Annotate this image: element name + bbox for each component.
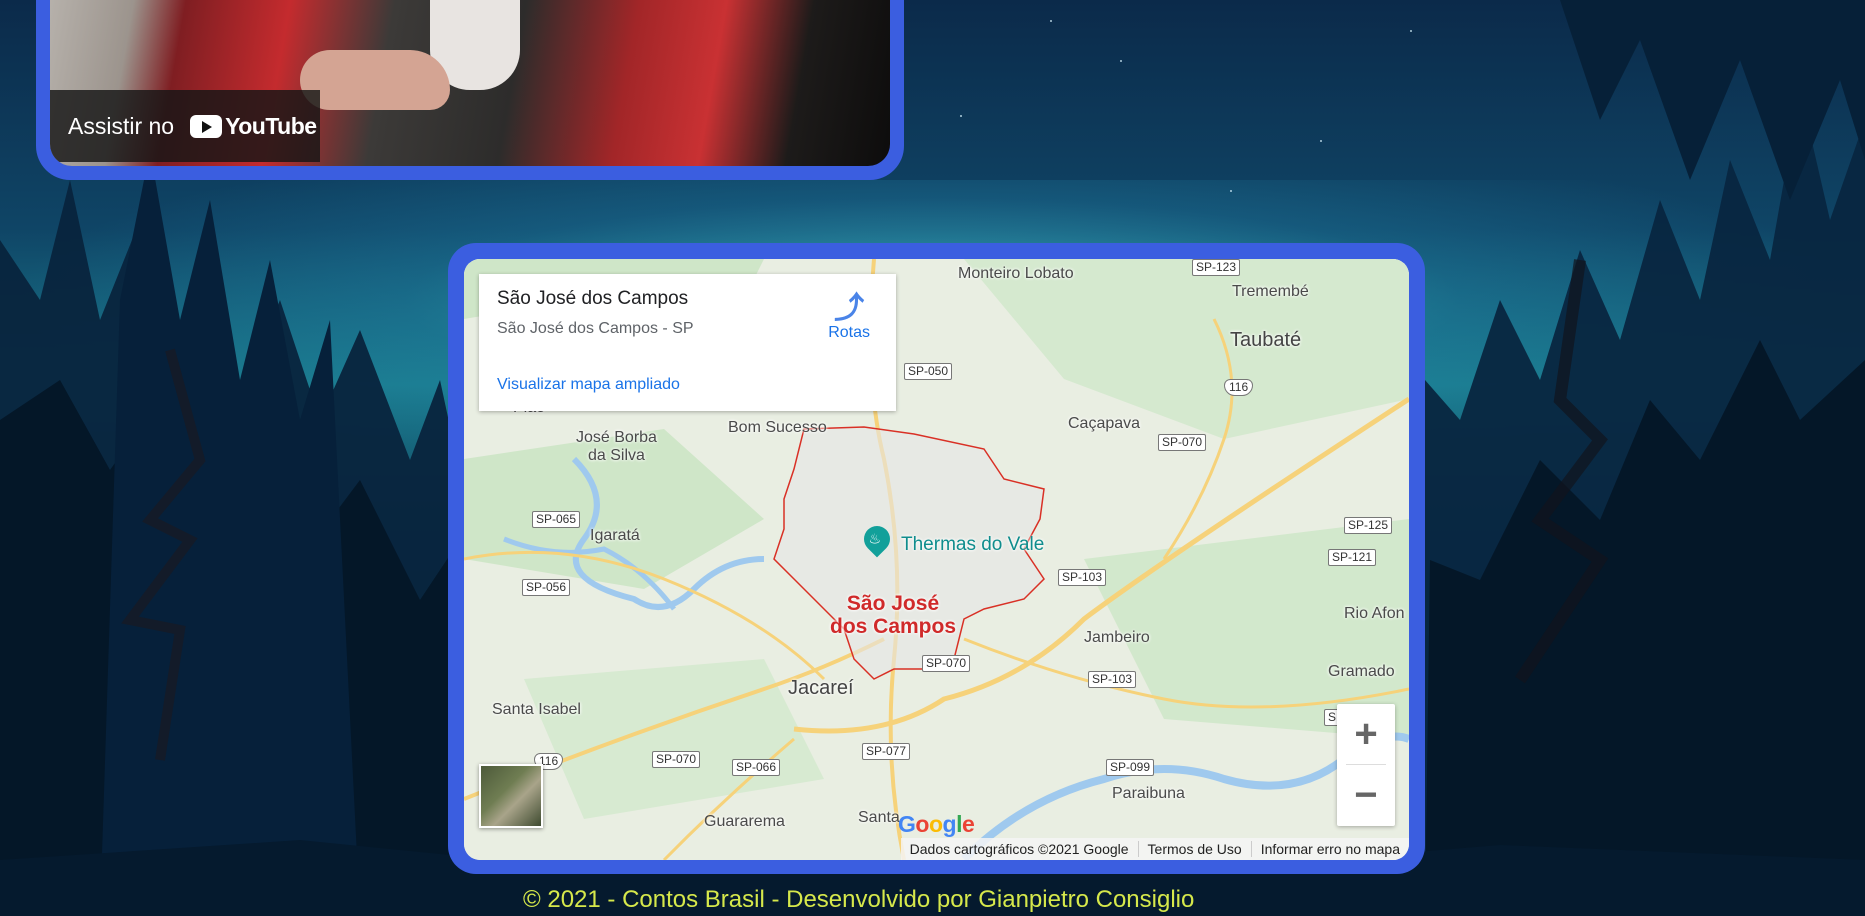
- road-shield: SP-070: [652, 751, 701, 768]
- place-santa-isabel: Santa Isabel: [492, 701, 581, 718]
- directions-label: Rotas: [828, 324, 870, 341]
- place-cacapava: Caçapava: [1068, 415, 1141, 432]
- place-guararema: Guararema: [704, 813, 785, 830]
- map-data-attribution: Dados cartográficos ©2021 Google: [909, 841, 1129, 857]
- report-map-error-link[interactable]: Informar erro no mapa: [1250, 841, 1409, 857]
- road-shield: SP-123: [1192, 259, 1241, 276]
- video-player[interactable]: Assistir no YouTube: [50, 0, 890, 166]
- directions-button[interactable]: ⤴ Rotas: [828, 294, 870, 342]
- video-thumbnail-hand: [300, 50, 450, 110]
- place-jambeiro: Jambeiro: [1084, 629, 1150, 646]
- highlighted-city-label: São José dos Campos: [830, 592, 957, 638]
- road-shield: SP-103: [1058, 569, 1107, 586]
- road-shield: SP-070: [922, 655, 971, 672]
- place-tremembe: Tremembé: [1232, 283, 1309, 300]
- road-shield: SP-066: [732, 759, 781, 776]
- place-jose-borba-da-silva: José Borba da Silva: [576, 429, 657, 464]
- road-shield: SP-103: [1088, 671, 1137, 688]
- youtube-logo: YouTube: [190, 112, 317, 140]
- place-santa: Santa: [858, 809, 900, 826]
- place-rio-afon: Rio Afon: [1344, 605, 1405, 622]
- road-shield: SP-077: [862, 743, 911, 760]
- road-shield: SP-070: [1158, 434, 1207, 451]
- google-map[interactable]: Monteiro Lobato Tremembé Taubaté Pião Bo…: [464, 259, 1409, 860]
- road-shield: SP-065: [532, 511, 581, 528]
- youtube-play-icon: [190, 114, 223, 138]
- google-logo: Google: [898, 811, 975, 837]
- view-larger-map-link[interactable]: Visualizar mapa ampliado: [497, 376, 680, 394]
- zoom-in-button[interactable]: +: [1337, 704, 1395, 764]
- place-gramado: Gramado: [1328, 663, 1395, 680]
- place-igarata: Igaratá: [590, 527, 640, 544]
- footer-copyright: © 2021 - Contos Brasil - Desenvolvido po…: [523, 886, 1195, 913]
- road-shield: SP-056: [522, 579, 571, 596]
- road-shield: SP-050: [904, 363, 953, 380]
- poi-thermas-do-vale[interactable]: Thermas do Vale: [901, 534, 1044, 556]
- road-shield: 116: [1224, 379, 1254, 396]
- place-bom-sucesso: Bom Sucesso: [728, 419, 827, 436]
- directions-icon: ⤴: [834, 292, 865, 325]
- road-shield: SP-121: [1328, 549, 1377, 566]
- map-frame: Monteiro Lobato Tremembé Taubaté Pião Bo…: [448, 243, 1425, 874]
- place-monteiro-lobato: Monteiro Lobato: [958, 265, 1074, 282]
- place-info-card: São José dos Campos São José dos Campos …: [479, 274, 896, 411]
- watch-on-youtube-button[interactable]: Assistir no YouTube: [50, 90, 320, 162]
- video-frame: Assistir no YouTube: [36, 0, 904, 180]
- watch-on-label: Assistir no: [68, 112, 175, 139]
- road-shield: SP-099: [1106, 759, 1155, 776]
- terms-of-use-link[interactable]: Termos de Uso: [1137, 841, 1251, 857]
- place-taubate: Taubaté: [1230, 329, 1302, 351]
- zoom-out-button[interactable]: −: [1337, 765, 1395, 825]
- zoom-controls: + −: [1337, 704, 1395, 826]
- satellite-view-toggle[interactable]: [479, 764, 543, 828]
- road-shield: SP-125: [1344, 517, 1393, 534]
- youtube-wordmark: YouTube: [225, 112, 317, 139]
- map-attribution-bar: Dados cartográficos ©2021 Google Termos …: [900, 838, 1409, 860]
- place-subtitle: São José dos Campos - SP: [497, 320, 694, 337]
- place-paraibuna: Paraibuna: [1112, 785, 1185, 802]
- place-jacarei: Jacareí: [788, 677, 854, 699]
- place-title: São José dos Campos: [497, 288, 689, 309]
